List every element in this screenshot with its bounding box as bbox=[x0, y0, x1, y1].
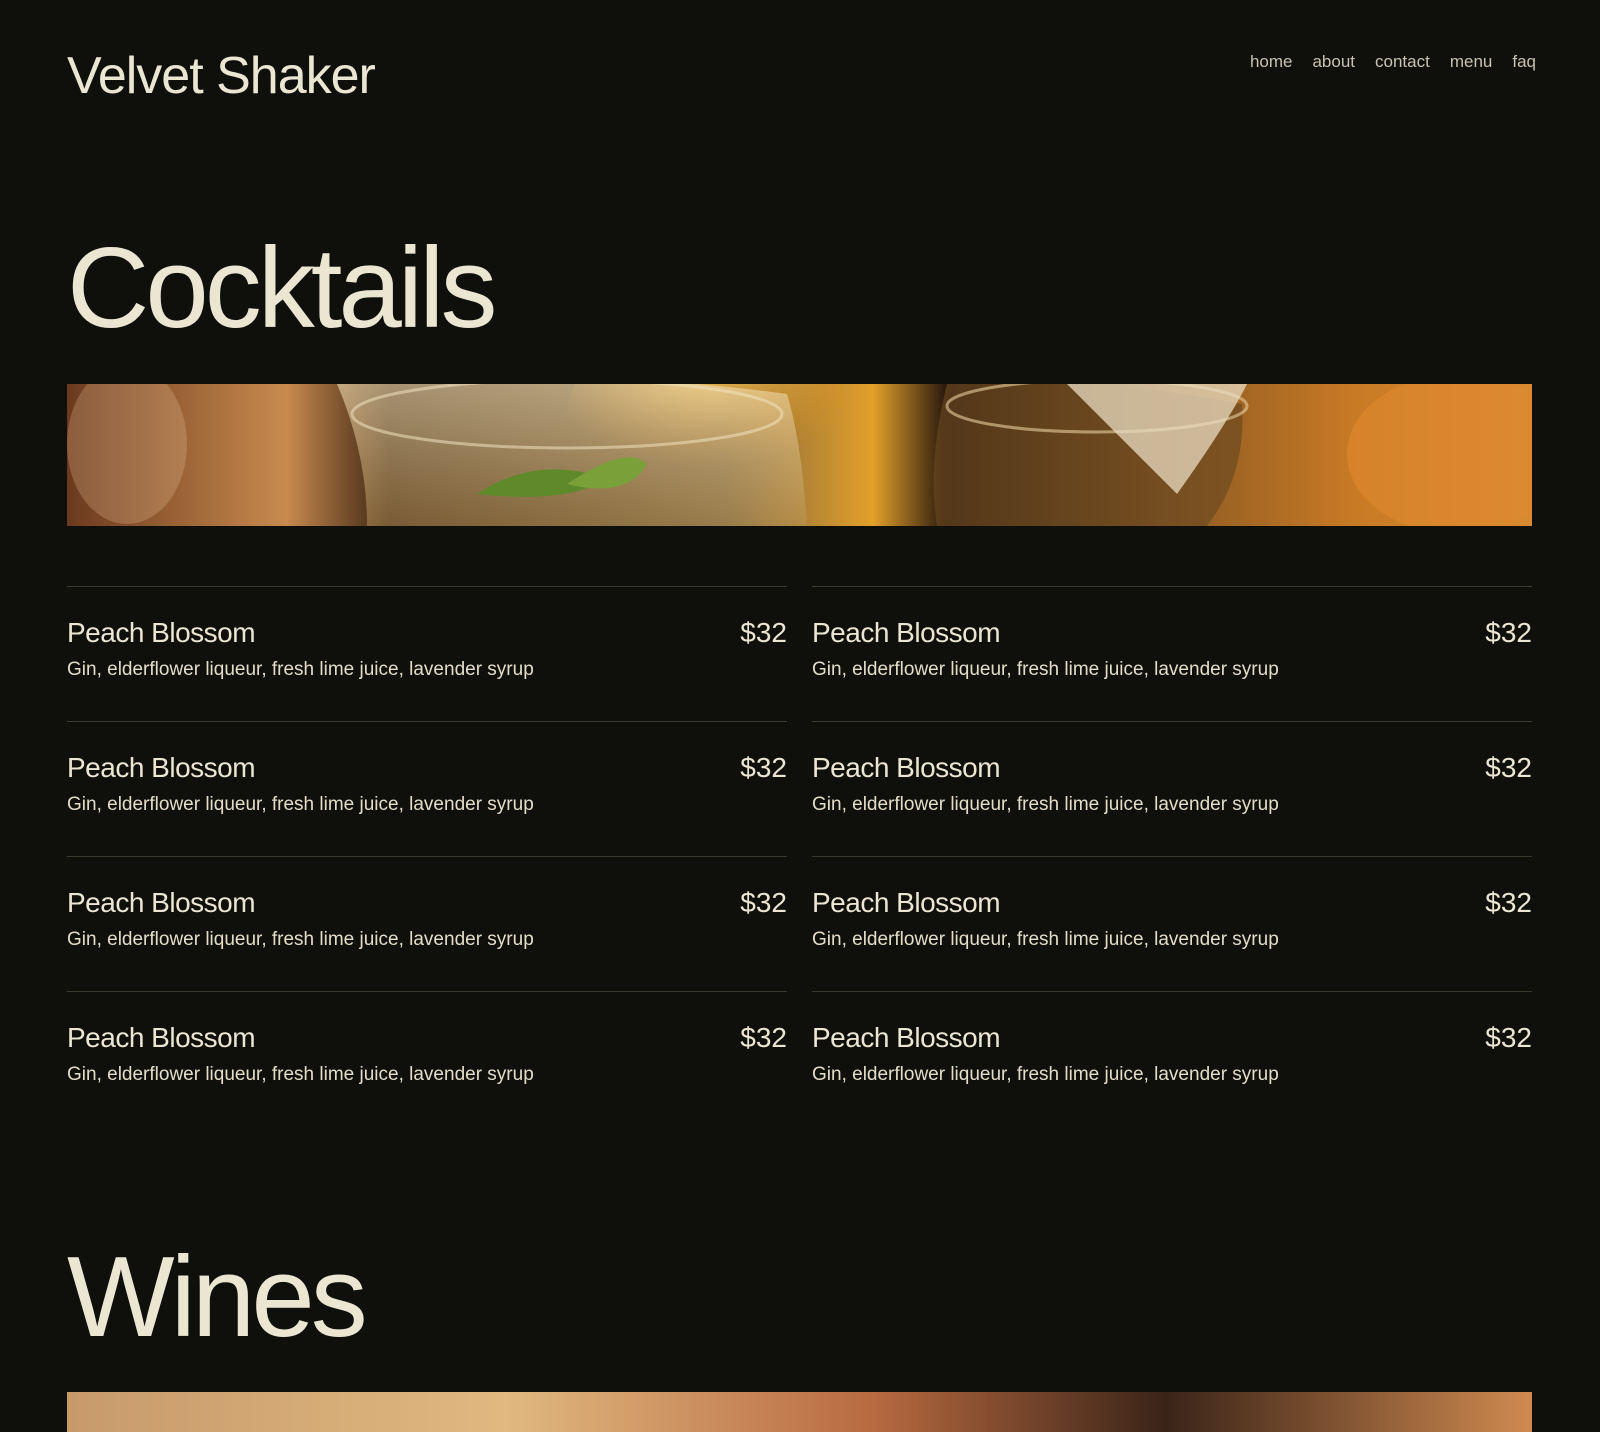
cocktails-heading: Cocktails bbox=[67, 225, 497, 352]
menu-item-description: Gin, elderflower liqueur, fresh lime jui… bbox=[67, 794, 534, 815]
menu-item: Peach Blossom $32 Gin, elderflower lique… bbox=[812, 856, 1532, 991]
menu-item-name: Peach Blossom bbox=[812, 1022, 1001, 1053]
nav-link-about[interactable]: about bbox=[1312, 52, 1355, 72]
menu-item-name: Peach Blossom bbox=[67, 1022, 256, 1053]
nav-link-faq[interactable]: faq bbox=[1512, 52, 1536, 72]
menu-item: Peach Blossom $32 Gin, elderflower lique… bbox=[812, 586, 1532, 721]
brand-logo[interactable]: Velvet Shaker bbox=[67, 44, 376, 108]
menu-item-name: Peach Blossom bbox=[812, 617, 1001, 648]
menu-item-price: $32 bbox=[740, 617, 787, 648]
wines-banner-image bbox=[67, 1392, 1532, 1432]
menu-item-price: $32 bbox=[740, 752, 787, 783]
menu-item-price: $32 bbox=[740, 887, 787, 918]
menu-item-description: Gin, elderflower liqueur, fresh lime jui… bbox=[812, 929, 1279, 950]
menu-item-price: $32 bbox=[740, 1022, 787, 1053]
menu-item-description: Gin, elderflower liqueur, fresh lime jui… bbox=[812, 659, 1279, 680]
main-nav: home about contact menu faq bbox=[1250, 52, 1536, 72]
cocktails-banner-image bbox=[67, 384, 1532, 526]
wines-heading: Wines bbox=[67, 1234, 368, 1361]
menu-item-price: $32 bbox=[1485, 887, 1532, 918]
cocktails-photo bbox=[67, 384, 1532, 526]
menu-item-name: Peach Blossom bbox=[812, 752, 1001, 783]
menu-item: Peach Blossom $32 Gin, elderflower lique… bbox=[812, 721, 1532, 856]
menu-item-price: $32 bbox=[1485, 752, 1532, 783]
menu-item: Peach Blossom $32 Gin, elderflower lique… bbox=[67, 721, 787, 856]
menu-item-description: Gin, elderflower liqueur, fresh lime jui… bbox=[812, 1064, 1279, 1085]
menu-item: Peach Blossom $32 Gin, elderflower lique… bbox=[812, 991, 1532, 1126]
menu-item-description: Gin, elderflower liqueur, fresh lime jui… bbox=[67, 659, 534, 680]
menu-item-description: Gin, elderflower liqueur, fresh lime jui… bbox=[67, 1064, 534, 1085]
nav-link-menu[interactable]: menu bbox=[1450, 52, 1493, 72]
menu-item: Peach Blossom $32 Gin, elderflower lique… bbox=[67, 586, 787, 721]
menu-item-name: Peach Blossom bbox=[67, 752, 256, 783]
site-header: Velvet Shaker home about contact menu fa… bbox=[67, 44, 1536, 108]
menu-item-price: $32 bbox=[1485, 1022, 1532, 1053]
nav-link-contact[interactable]: contact bbox=[1375, 52, 1430, 72]
menu-item-name: Peach Blossom bbox=[812, 887, 1001, 918]
menu-item: Peach Blossom $32 Gin, elderflower lique… bbox=[67, 856, 787, 991]
cocktails-menu-list: Peach Blossom $32 Gin, elderflower lique… bbox=[67, 586, 1532, 1126]
wines-photo bbox=[67, 1392, 1532, 1432]
menu-item: Peach Blossom $32 Gin, elderflower lique… bbox=[67, 991, 787, 1126]
nav-link-home[interactable]: home bbox=[1250, 52, 1293, 72]
menu-item-description: Gin, elderflower liqueur, fresh lime jui… bbox=[67, 929, 534, 950]
menu-item-price: $32 bbox=[1485, 617, 1532, 648]
menu-item-description: Gin, elderflower liqueur, fresh lime jui… bbox=[812, 794, 1279, 815]
menu-item-name: Peach Blossom bbox=[67, 617, 256, 648]
menu-item-name: Peach Blossom bbox=[67, 887, 256, 918]
